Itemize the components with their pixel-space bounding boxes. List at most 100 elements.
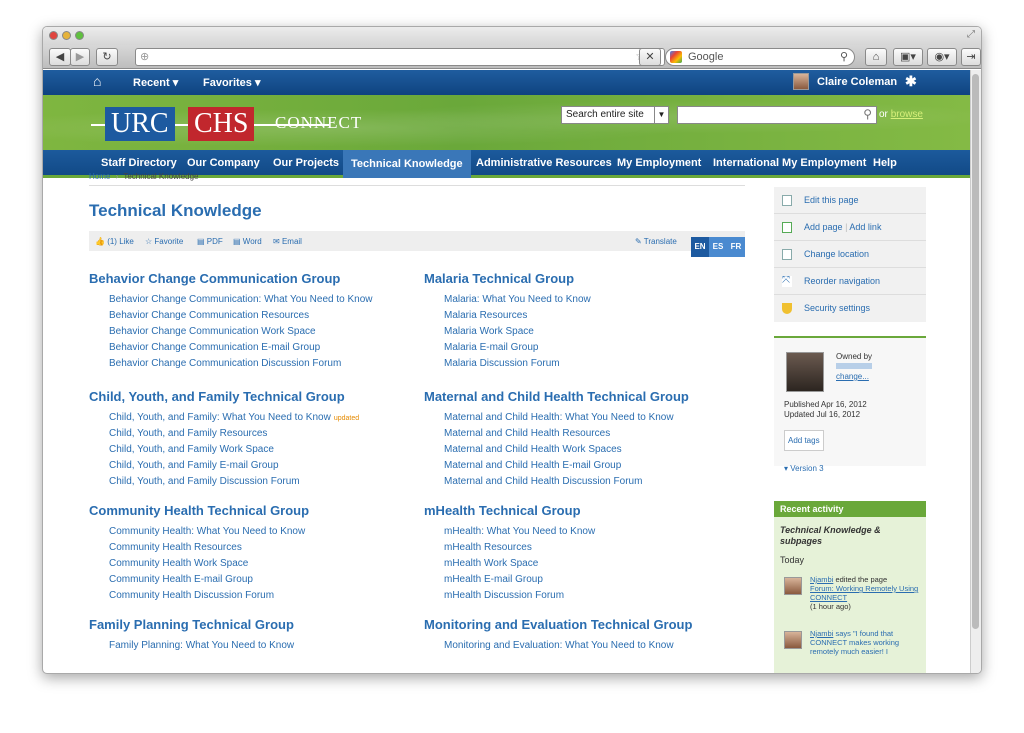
activity-avatar[interactable] [784,577,802,595]
browse-link[interactable]: browse [891,109,923,120]
lang-es[interactable]: ES [709,237,727,257]
group-link[interactable]: Malaria: What You Need to Know [444,292,692,308]
group-link[interactable]: Child, Youth, and Family E-mail Group [109,458,373,474]
menu-technical-knowledge[interactable]: Technical Knowledge [343,150,471,178]
group-link[interactable]: Community Health Resources [109,540,373,556]
owner-avatar[interactable] [786,352,824,392]
scrollbar-thumb[interactable] [972,74,979,629]
translate-button[interactable]: ✎ Translate [635,237,677,246]
addon-button[interactable]: ◉▾ [927,48,957,66]
group-link[interactable]: Malaria E-mail Group [444,340,692,356]
reload-button[interactable]: ↻ [96,48,118,66]
group-link[interactable]: Child, Youth, and Family Discussion Foru… [109,474,373,490]
group-link[interactable]: Community Health E-mail Group [109,572,373,588]
group-link[interactable]: Malaria Work Space [444,324,692,340]
search-icon[interactable]: ⚲ [863,107,872,121]
add-tags-button[interactable]: Add tags [784,430,824,451]
recent-menu[interactable]: Recent ▾ [133,76,178,89]
group-link[interactable]: Maternal and Child Health Discussion For… [444,474,692,490]
minimize-window-button[interactable] [62,31,71,40]
logo-urc[interactable]: URC [105,107,175,141]
web-search-input[interactable]: Google ⚲ [665,48,855,66]
home-icon[interactable]: ⌂ [93,73,101,89]
security-settings-link[interactable]: Security settings [774,295,926,322]
activity-avatar[interactable] [784,631,802,649]
menu-our-company[interactable]: Our Company [187,157,260,169]
menu-our-projects[interactable]: Our Projects [273,157,339,169]
pdf-button[interactable]: ▤ PDF [197,237,223,246]
menu-international-my-employment[interactable]: International My Employment [713,157,866,169]
group-link[interactable]: Maternal and Child Health E-mail Group [444,458,692,474]
group-link[interactable]: Behavior Change Communication Work Space [109,324,373,340]
edit-page-link[interactable]: Edit this page [774,187,926,214]
site-search-input[interactable]: ⚲ [677,106,877,124]
change-owner-link[interactable]: change... [836,372,869,381]
menu-staff-directory[interactable]: Staff Directory [101,157,177,169]
group-title[interactable]: Behavior Change Communication Group [89,271,373,286]
group-link[interactable]: mHealth Resources [444,540,692,556]
group-link[interactable]: Behavior Change Communication Resources [109,308,373,324]
edit-page-label[interactable]: Edit this page [804,195,859,205]
group-title[interactable]: Malaria Technical Group [424,271,692,286]
group-link[interactable]: Monitoring and Evaluation: What You Need… [444,638,692,654]
add-link-link[interactable]: Add link [849,222,881,232]
group-title[interactable]: Community Health Technical Group [89,503,373,518]
group-link[interactable]: Maternal and Child Health: What You Need… [444,410,692,426]
user-name[interactable]: Claire Coleman [817,76,897,88]
lang-fr[interactable]: FR [727,237,745,257]
group-link-text[interactable]: Child, Youth, and Family: What You Need … [109,412,331,423]
lang-en[interactable]: EN [691,237,709,257]
group-link[interactable]: Malaria Resources [444,308,692,324]
change-location-link[interactable]: Change location [774,241,926,268]
stop-button[interactable]: ✕ [639,48,661,66]
group-link[interactable]: mHealth E-mail Group [444,572,692,588]
zoom-window-button[interactable] [75,31,84,40]
menu-administrative-resources[interactable]: Administrative Resources [476,157,612,169]
forward-button[interactable]: ▶ [70,48,90,66]
logo-connect[interactable]: CONNECT [275,113,362,133]
owner-name-redacted[interactable] [836,363,872,369]
add-page-link[interactable]: Add page [804,222,843,232]
email-button[interactable]: ✉ Email [273,237,302,246]
gear-icon[interactable]: ✱ [905,73,917,90]
group-link[interactable]: mHealth: What You Need to Know [444,524,692,540]
version-toggle[interactable]: ▾ Version 3 [784,464,824,473]
logo-chs[interactable]: CHS [188,107,255,141]
group-link[interactable]: Maternal and Child Health Resources [444,426,692,442]
activity-user-link[interactable]: Njambi [810,575,833,584]
group-link[interactable]: Behavior Change Communication E-mail Gro… [109,340,373,356]
security-label[interactable]: Security settings [804,303,870,313]
group-link[interactable]: Child, Youth, and Family Resources [109,426,373,442]
favorites-menu[interactable]: Favorites ▾ [203,76,261,89]
menu-button[interactable]: ⇥ [961,48,981,66]
activity-user-link[interactable]: Njambi [810,629,833,638]
group-link[interactable]: Behavior Change Communication Discussion… [109,356,373,372]
group-link[interactable]: mHealth Discussion Forum [444,588,692,604]
group-title[interactable]: mHealth Technical Group [424,503,692,518]
favorite-button[interactable]: ☆ Favorite [145,237,183,246]
home-button[interactable]: ⌂ [865,48,887,66]
like-button[interactable]: 👍 (1) Like [95,237,134,246]
address-bar[interactable]: ⊕ ☆ ▽ [135,48,665,66]
group-title[interactable]: Child, Youth, and Family Technical Group [89,389,373,404]
group-link[interactable]: Child, Youth, and Family: What You Need … [109,410,373,426]
close-window-button[interactable] [49,31,58,40]
group-title[interactable]: Monitoring and Evaluation Technical Grou… [424,617,692,632]
breadcrumb-home[interactable]: Home [89,172,110,181]
group-title[interactable]: Family Planning Technical Group [89,617,373,632]
group-link[interactable]: Family Planning: What You Need to Know [109,638,373,654]
menu-help[interactable]: Help [873,157,897,169]
group-link[interactable]: Community Health: What You Need to Know [109,524,373,540]
search-scope-select[interactable]: Search entire site ▼ [561,106,669,124]
group-link[interactable]: Community Health Work Space [109,556,373,572]
group-link[interactable]: mHealth Work Space [444,556,692,572]
group-link[interactable]: Malaria Discussion Forum [444,356,692,372]
fullscreen-icon[interactable]: ⤢ [967,29,975,40]
group-title[interactable]: Maternal and Child Health Technical Grou… [424,389,692,404]
reorder-label[interactable]: Reorder navigation [804,276,880,286]
search-icon[interactable]: ⚲ [840,49,848,65]
group-link[interactable]: Behavior Change Communication: What You … [109,292,373,308]
change-location-label[interactable]: Change location [804,249,869,259]
reorder-navigation-link[interactable]: ⤧ Reorder navigation [774,268,926,295]
activity-page-link[interactable]: Forum: Working Remotely Using CONNECT [810,584,920,602]
